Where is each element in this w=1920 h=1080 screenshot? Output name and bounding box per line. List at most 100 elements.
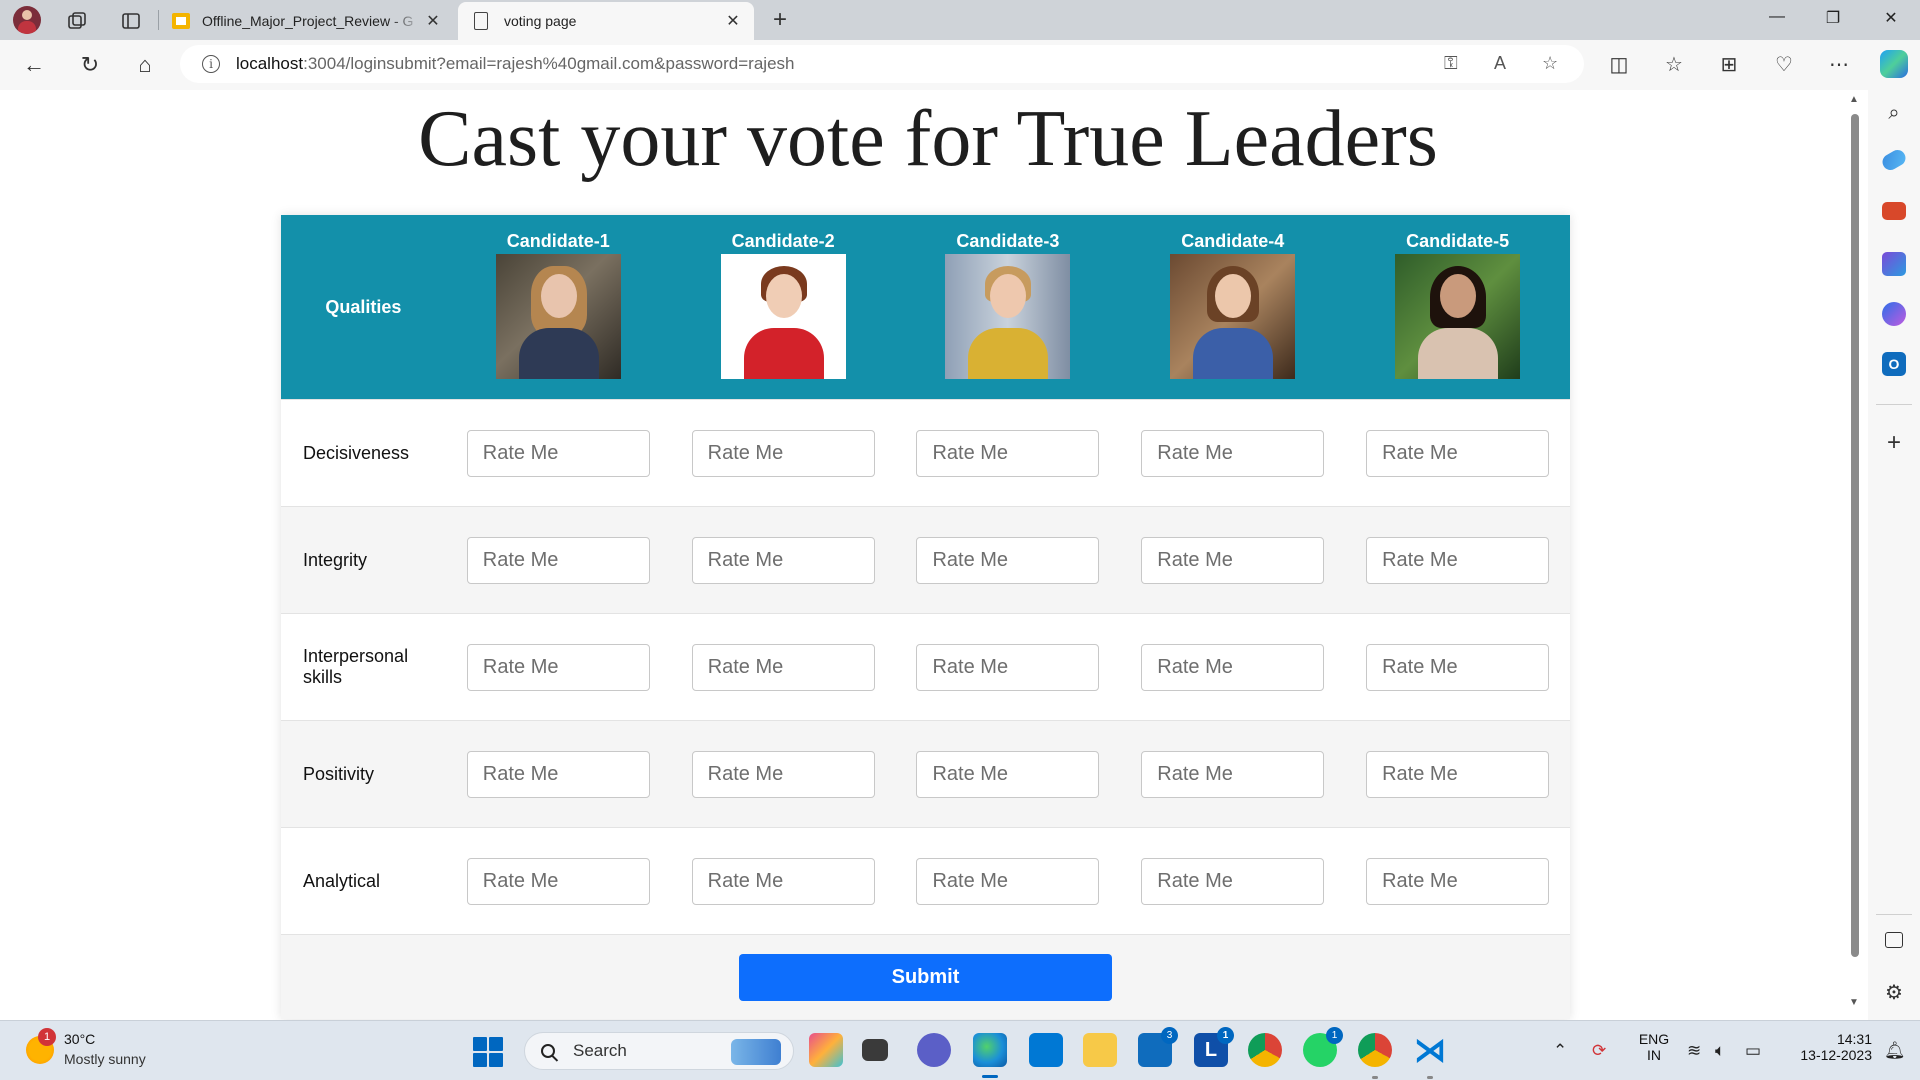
rate-input-interpersonal-candidate-5[interactable]	[1366, 643, 1550, 691]
vscode-icon[interactable]: ⋊	[1413, 1032, 1447, 1068]
rate-input-integrity-candidate-5[interactable]	[1366, 536, 1550, 584]
notifications-bell-icon[interactable]: 🔔︎	[1884, 1041, 1906, 1061]
rate-input-integrity-candidate-2[interactable]	[691, 536, 875, 584]
weather-condition[interactable]: Mostly sunny	[64, 1051, 146, 1067]
favorite-star-icon[interactable]: ☆	[1542, 53, 1558, 74]
sidebar-games-icon[interactable]	[1882, 252, 1906, 276]
clock[interactable]: 14:31 13-12-2023	[1782, 1031, 1872, 1063]
page-scrollbar[interactable]: ▲ ▼	[1846, 94, 1862, 1012]
back-arrow-icon[interactable]: ←	[18, 49, 50, 81]
rate-input-integrity-candidate-3[interactable]	[916, 536, 1100, 584]
copilot-app-icon[interactable]	[809, 1033, 843, 1067]
candidate-1-column: Candidate-1	[446, 231, 671, 379]
rate-input-decisiveness-candidate-1[interactable]	[466, 429, 650, 477]
mail-icon[interactable]: 3	[1138, 1027, 1178, 1067]
scroll-up-arrow-icon[interactable]: ▲	[1849, 94, 1859, 105]
more-menu-icon[interactable]: ⋯	[1826, 52, 1852, 77]
key-icon[interactable]: ⚿	[1444, 53, 1458, 74]
tab-actions-icon[interactable]	[118, 8, 144, 34]
quality-row-analytical: Analytical	[281, 827, 1570, 934]
sidebar-divider	[1876, 404, 1912, 405]
sidebar-search-icon[interactable]: ⌕	[1882, 102, 1906, 126]
windows-taskbar: 1 30°C Mostly sunny Search 3 L1 1 ⋊ ⌃ ⟳ …	[0, 1020, 1920, 1080]
rate-input-analytical-candidate-1[interactable]	[466, 857, 650, 905]
rate-input-positivity-candidate-3[interactable]	[916, 750, 1100, 798]
close-window-icon[interactable]: ✕	[1876, 8, 1906, 32]
battery-icon[interactable]: ▭	[1745, 1041, 1761, 1061]
copilot-icon[interactable]	[1880, 50, 1908, 78]
rate-input-integrity-candidate-4[interactable]	[1141, 536, 1325, 584]
rate-input-analytical-candidate-5[interactable]	[1366, 857, 1550, 905]
rate-input-interpersonal-candidate-3[interactable]	[916, 643, 1100, 691]
rate-input-positivity-candidate-4[interactable]	[1141, 750, 1325, 798]
volume-icon[interactable]: 🔈︎	[1715, 1041, 1725, 1061]
wifi-icon[interactable]: ≋	[1687, 1041, 1701, 1061]
rate-input-positivity-candidate-1[interactable]	[466, 750, 650, 798]
quality-label: Positivity	[303, 763, 375, 784]
restore-icon[interactable]: ❐	[1818, 8, 1848, 32]
sidebar-outlook-icon[interactable]: O	[1882, 352, 1906, 376]
refresh-icon[interactable]: ↻	[74, 49, 106, 81]
candidate-2-column: Candidate-2	[671, 231, 896, 379]
chrome-profile-icon[interactable]	[1358, 1033, 1392, 1067]
submit-row: Submit	[281, 934, 1570, 1019]
tab-voting-page[interactable]: voting page ✕	[458, 2, 754, 40]
windows-start-icon[interactable]	[473, 1037, 503, 1067]
page-title: Cast your vote for True Leaders	[418, 95, 1438, 183]
rate-input-positivity-candidate-5[interactable]	[1366, 750, 1550, 798]
show-hidden-icons-chevron-icon[interactable]: ⌃	[1553, 1041, 1567, 1061]
workspaces-icon[interactable]	[64, 8, 90, 34]
split-screen-icon[interactable]: ◫	[1606, 52, 1632, 77]
sync-icon[interactable]: ⟳	[1592, 1041, 1606, 1061]
collections-icon[interactable]: ⊞	[1716, 52, 1742, 77]
minimize-icon[interactable]: —	[1762, 8, 1792, 32]
sidebar-shopping-icon[interactable]	[1879, 147, 1909, 173]
home-icon[interactable]: ⌂	[129, 49, 161, 81]
active-app-indicator	[982, 1075, 998, 1078]
language-indicator[interactable]: ENG IN	[1634, 1031, 1674, 1063]
browser-tab-bar: Offline_Major_Project_Review - G ✕ votin…	[0, 0, 1920, 40]
rate-input-interpersonal-candidate-4[interactable]	[1141, 643, 1325, 691]
site-info-icon[interactable]: i	[202, 55, 220, 73]
task-view-icon[interactable]	[862, 1039, 888, 1061]
sidebar-hide-icon[interactable]	[1885, 932, 1903, 948]
rate-input-interpersonal-candidate-1[interactable]	[466, 643, 650, 691]
rate-input-decisiveness-candidate-5[interactable]	[1366, 429, 1550, 477]
teams-chat-icon[interactable]	[917, 1033, 951, 1067]
sidebar-settings-icon[interactable]: ⚙	[1882, 980, 1906, 1004]
taskbar-search[interactable]: Search	[524, 1032, 794, 1070]
sidebar-tools-icon[interactable]	[1882, 202, 1906, 220]
edge-browser-icon[interactable]	[973, 1033, 1007, 1067]
rate-input-integrity-candidate-1[interactable]	[466, 536, 650, 584]
rate-input-positivity-candidate-2[interactable]	[691, 750, 875, 798]
store-app-icon[interactable]	[1029, 1033, 1063, 1067]
rate-input-interpersonal-candidate-2[interactable]	[691, 643, 875, 691]
close-tab-icon[interactable]: ✕	[422, 11, 444, 31]
whatsapp-icon[interactable]: 1	[1303, 1027, 1343, 1067]
tab-slides[interactable]: Offline_Major_Project_Review - G ✕	[162, 2, 454, 40]
browser-essentials-icon[interactable]: ♡	[1771, 52, 1797, 77]
address-bar[interactable]: i localhost:3004/loginsubmit?email=rajes…	[180, 45, 1584, 83]
scroll-down-arrow-icon[interactable]: ▼	[1849, 997, 1859, 1008]
url-text[interactable]: localhost:3004/loginsubmit?email=rajesh%…	[236, 54, 794, 74]
rate-input-analytical-candidate-4[interactable]	[1141, 857, 1325, 905]
chrome-icon[interactable]	[1248, 1033, 1282, 1067]
favorites-icon[interactable]: ☆	[1661, 52, 1687, 77]
weather-temperature[interactable]: 30°C	[64, 1031, 95, 1047]
new-tab-button[interactable]: +	[766, 6, 794, 34]
file-explorer-icon[interactable]	[1083, 1033, 1117, 1067]
rate-input-decisiveness-candidate-2[interactable]	[691, 429, 875, 477]
read-aloud-icon[interactable]: A	[1494, 53, 1506, 74]
rate-input-analytical-candidate-3[interactable]	[916, 857, 1100, 905]
sidebar-add-icon[interactable]: +	[1882, 431, 1906, 456]
rate-input-decisiveness-candidate-3[interactable]	[916, 429, 1100, 477]
tab-title: Offline_Major_Project_Review - G	[202, 13, 414, 29]
lync-app-icon[interactable]: L1	[1194, 1027, 1234, 1067]
rate-input-decisiveness-candidate-4[interactable]	[1141, 429, 1325, 477]
profile-avatar[interactable]	[13, 6, 41, 34]
rate-input-analytical-candidate-2[interactable]	[691, 857, 875, 905]
submit-button[interactable]: Submit	[739, 953, 1112, 1001]
scroll-thumb[interactable]	[1851, 114, 1859, 957]
sidebar-m365-icon[interactable]	[1882, 302, 1906, 326]
close-tab-icon[interactable]: ✕	[722, 11, 744, 31]
